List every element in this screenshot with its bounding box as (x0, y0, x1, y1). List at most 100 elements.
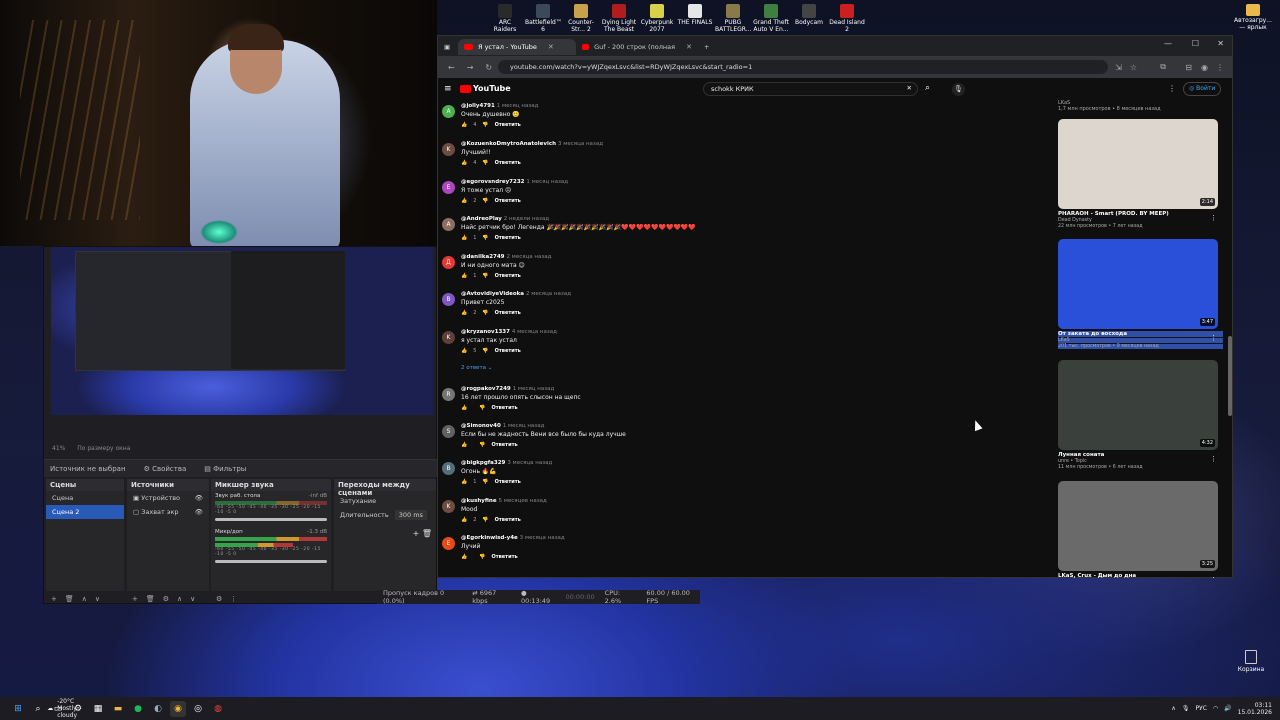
show-replies-button[interactable]: 2 ответа ⌄ (461, 365, 492, 371)
video-thumbnail[interactable]: 3:25 (1058, 481, 1218, 571)
close-window-icon[interactable]: ✕ (1217, 39, 1224, 48)
eye-icon[interactable]: 👁 (195, 494, 203, 502)
like-icon[interactable]: 👍 (461, 122, 467, 128)
start-icon[interactable]: ⊞ (10, 701, 26, 717)
delete-icon[interactable]: 🗑 (65, 595, 74, 603)
like-icon[interactable]: 👍 (461, 235, 467, 241)
add-icon[interactable]: + (51, 595, 57, 603)
chevron-up-icon[interactable]: ∧ (1171, 705, 1175, 712)
bookmark-star-icon[interactable]: ☆ (1130, 63, 1137, 72)
like-icon[interactable]: 👍 (461, 405, 467, 411)
recommended-video[interactable]: 3:25 LKaS, Crux - Дым до дна ⋮ (1058, 481, 1223, 579)
like-icon[interactable]: 👍 (461, 310, 467, 316)
spotify-icon[interactable]: ● (130, 701, 146, 717)
duration-input[interactable]: 300 ms (394, 510, 427, 520)
gear-icon[interactable]: ⚙ (163, 595, 169, 603)
avatar[interactable]: A (442, 105, 455, 118)
volume-icon[interactable]: 🔊 (1224, 705, 1231, 712)
wifi-icon[interactable]: ◠ (1213, 705, 1218, 712)
video-channel[interactable]: unre • Topic (1058, 459, 1223, 464)
login-button[interactable]: ◎ Войти (1183, 82, 1222, 96)
dislike-icon[interactable]: 👎 (482, 310, 488, 316)
menu-icon[interactable]: ⋮ (230, 595, 237, 603)
comment-author[interactable]: @jolly4791 (461, 103, 495, 109)
dislike-icon[interactable]: 👎 (479, 442, 485, 448)
steam-icon[interactable]: ◐ (150, 701, 166, 717)
reply-button[interactable]: Ответить (491, 442, 517, 448)
reply-button[interactable]: Ответить (491, 405, 517, 411)
dislike-icon[interactable]: 👎 (479, 554, 485, 560)
scene-item-selected[interactable]: Сцена 2 (46, 505, 124, 519)
dislike-icon[interactable]: 👎 (482, 348, 488, 354)
properties-button[interactable]: ⚙ Свойства (144, 465, 187, 473)
reply-button[interactable]: Ответить (495, 517, 521, 523)
video-menu-icon[interactable]: ⋮ (1210, 214, 1217, 222)
tab-guf[interactable]: Guf - 200 строк (полная верси ✕ (576, 39, 698, 55)
recommended-video[interactable]: 3:47 От заката до восхода LKaS 201 тыс. … (1058, 239, 1223, 349)
microphone-icon[interactable]: 🎙 (952, 83, 965, 96)
language-indicator[interactable]: РУС (1195, 705, 1206, 712)
desktop-icon-autorun[interactable]: Автозагру... — ярлык (1232, 4, 1274, 31)
comment-author[interactable]: @AvtovidiyeVideoka (461, 291, 524, 297)
desktop-icon-game[interactable]: Bodycam (791, 4, 827, 33)
video-menu-icon[interactable]: ⋮ (1210, 334, 1217, 342)
recycle-bin[interactable]: Корзина (1234, 650, 1268, 673)
avatar[interactable]: S (442, 425, 455, 438)
reply-button[interactable]: Ответить (495, 122, 521, 128)
like-icon[interactable]: 👍 (461, 442, 467, 448)
dislike-icon[interactable]: 👎 (482, 517, 488, 523)
avatar[interactable]: Д (442, 256, 455, 269)
dislike-icon[interactable]: 👎 (482, 198, 488, 204)
video-menu-icon[interactable]: ⋮ (1210, 455, 1217, 463)
dislike-icon[interactable]: 👎 (482, 235, 488, 241)
avatar[interactable]: K (442, 331, 455, 344)
tab-actions-icon[interactable]: ▣ (438, 39, 458, 55)
eye-icon[interactable]: 👁 (195, 508, 203, 516)
video-channel[interactable]: Dead Dynasty (1058, 218, 1223, 223)
forward-icon[interactable]: → (467, 63, 474, 72)
delete-icon[interactable]: 🗑 (146, 595, 155, 603)
reply-button[interactable]: Ответить (495, 198, 521, 204)
avatar[interactable]: R (442, 388, 455, 401)
video-thumbnail[interactable]: 3:47 (1058, 239, 1218, 329)
widgets-icon[interactable]: ▦ (90, 701, 106, 717)
tab-youtube[interactable]: Я устал - YouTube ✕ (458, 39, 576, 55)
desktop-icon-game[interactable]: Battlefield™ 6 (525, 4, 562, 33)
app-icon[interactable]: ◍ (210, 701, 226, 717)
maximize-icon[interactable]: ☐ (1192, 39, 1199, 48)
reply-button[interactable]: Ответить (495, 348, 521, 354)
video-thumbnail[interactable]: 4:32 (1058, 360, 1218, 450)
avatar[interactable]: B (442, 293, 455, 306)
install-icon[interactable]: ⇲ (1115, 63, 1122, 72)
extensions-icon[interactable]: ⧉ (1160, 62, 1166, 72)
down-icon[interactable]: ∨ (190, 595, 195, 603)
recommended-video[interactable]: 2:14 PHARAOH - Smart (PROD. BY MEEP) Dea… (1058, 119, 1223, 229)
add-icon[interactable]: + (132, 595, 138, 603)
youtube-logo[interactable]: YouTube (460, 84, 511, 93)
youtube-search-input[interactable]: schokk КРИК ✕ (703, 82, 918, 96)
mic-icon[interactable]: 🎙 (1182, 705, 1190, 712)
video-menu-icon[interactable]: ⋮ (1210, 576, 1217, 579)
hamburger-icon[interactable]: ≡ (444, 84, 452, 94)
comment-author[interactable]: @bigkpgfa329 (461, 460, 505, 466)
desktop-icon-game[interactable]: THE FINALS (677, 4, 713, 33)
avatar[interactable]: E (442, 181, 455, 194)
like-icon[interactable]: 👍 (461, 348, 467, 354)
video-title[interactable]: LKaS, Crux - Дым до дна (1058, 573, 1223, 579)
chrome-icon[interactable]: ◉ (170, 700, 186, 717)
dislike-icon[interactable]: 👎 (482, 122, 488, 128)
desktop-icon-game[interactable]: Counter-Str... 2 (563, 4, 599, 33)
video-thumbnail[interactable]: 2:14 (1058, 119, 1218, 209)
volume-slider[interactable] (215, 560, 327, 563)
reply-button[interactable]: Ответить (495, 273, 521, 279)
minimize-icon[interactable]: — (1164, 39, 1172, 48)
avatar[interactable]: K (442, 143, 455, 156)
back-icon[interactable]: ← (448, 63, 455, 72)
desktop-icon-game[interactable]: ARC Raiders (487, 4, 523, 33)
obs-icon[interactable]: ◎ (190, 701, 206, 717)
video-title[interactable]: PHARAOH - Smart (PROD. BY MEEP) (1058, 211, 1223, 217)
dislike-icon[interactable]: 👎 (479, 405, 485, 411)
search-icon[interactable]: ⌕ (30, 701, 46, 717)
desktop-icon-game[interactable]: PUBG BATTLEGR... (715, 4, 751, 33)
comment-author[interactable]: @KozuenkoDmytroAnatolevich (461, 141, 556, 147)
